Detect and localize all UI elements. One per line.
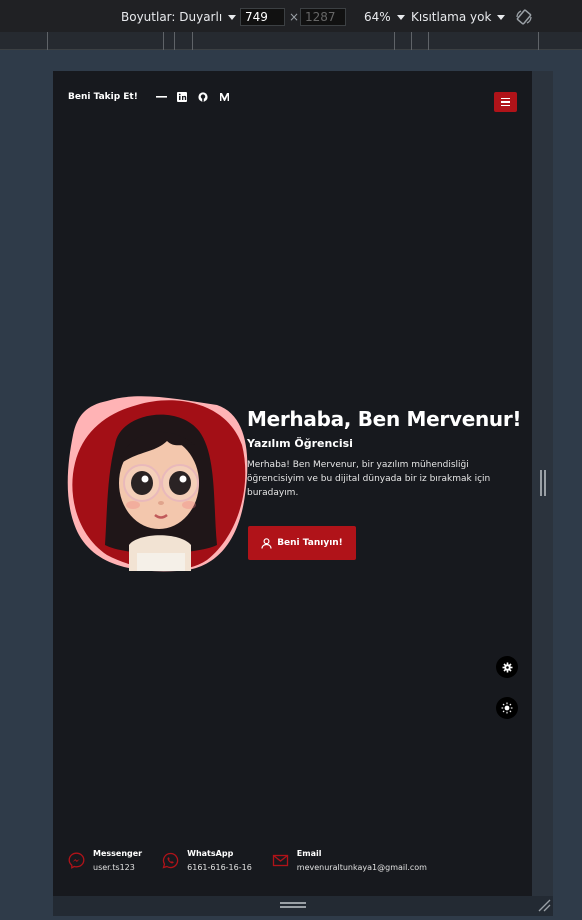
device-toolbar: Boyutlar: Duyarlı × 64% Kısıtlama yok — [0, 0, 582, 32]
medium-icon[interactable] — [219, 91, 230, 102]
hero-subtitle: Yazılım Öğrencisi — [247, 437, 353, 450]
dimensions-dropdown[interactable]: Boyutlar: Duyarlı — [121, 10, 237, 24]
whatsapp-icon — [162, 852, 179, 869]
zoom-label: 64% — [364, 10, 391, 24]
contact-messenger[interactable]: Messenger user.ts123 — [68, 849, 142, 872]
corner-resize-icon[interactable] — [537, 898, 551, 912]
rotate-icon[interactable] — [515, 8, 533, 26]
contact-whatsapp[interactable]: WhatsApp 6161-616-16-16 — [162, 849, 252, 872]
chevron-down-icon — [228, 14, 237, 20]
github-icon[interactable] — [198, 91, 209, 102]
contact-label: WhatsApp — [187, 849, 234, 858]
messenger-icon — [68, 852, 85, 869]
dimensions-label: Boyutlar: Duyarlı — [121, 10, 223, 24]
sun-icon[interactable] — [496, 697, 518, 719]
height-input[interactable] — [300, 8, 346, 26]
width-input[interactable] — [240, 8, 285, 26]
hamburger-icon[interactable] — [494, 92, 517, 112]
bottom-resize-handle[interactable] — [280, 902, 306, 910]
throttle-dropdown[interactable]: Kısıtlama yok — [411, 10, 506, 24]
avatar — [67, 395, 249, 573]
chevron-down-icon — [396, 14, 405, 20]
cta-button[interactable]: Beni Tanıyın! — [248, 526, 356, 560]
media-query-ruler — [0, 32, 582, 50]
mail-icon — [272, 854, 288, 867]
cta-label: Beni Tanıyın! — [277, 538, 343, 548]
top-nav: Beni Takip Et! — [68, 91, 230, 102]
follow-label: Beni Takip Et! — [68, 91, 138, 102]
page-viewport: Beni Takip Et! Merhaba, Ben Mervenur! Ya… — [53, 71, 532, 896]
contact-label: Messenger — [93, 849, 143, 858]
contact-label: Email — [296, 849, 322, 858]
contact-value: 6161-616-16-16 — [187, 863, 252, 872]
user-icon — [261, 537, 272, 549]
throttle-label: Kısıtlama yok — [411, 10, 492, 24]
side-resize-handle[interactable] — [540, 470, 546, 496]
times-separator: × — [289, 10, 300, 24]
hero-title: Merhaba, Ben Mervenur! — [247, 407, 522, 431]
linkedin-icon[interactable] — [177, 91, 188, 102]
zoom-dropdown[interactable]: 64% — [364, 10, 405, 24]
contact-value: mevenuraltunkaya1@gmail.com — [296, 863, 427, 872]
social-links — [155, 91, 230, 102]
contact-email[interactable]: Email mevenuraltunkaya1@gmail.com — [272, 849, 427, 872]
chevron-down-icon — [497, 14, 506, 20]
hero-section: Merhaba, Ben Mervenur! Yazılım Öğrencisi… — [247, 407, 522, 500]
gear-icon[interactable] — [496, 656, 518, 678]
hero-description: Merhaba! Ben Mervenur, bir yazılım mühen… — [247, 460, 491, 498]
contact-value: user.ts123 — [93, 863, 135, 872]
dash-icon[interactable] — [155, 91, 167, 102]
contact-list: Messenger user.ts123 WhatsApp 6161-616-1… — [68, 849, 427, 872]
